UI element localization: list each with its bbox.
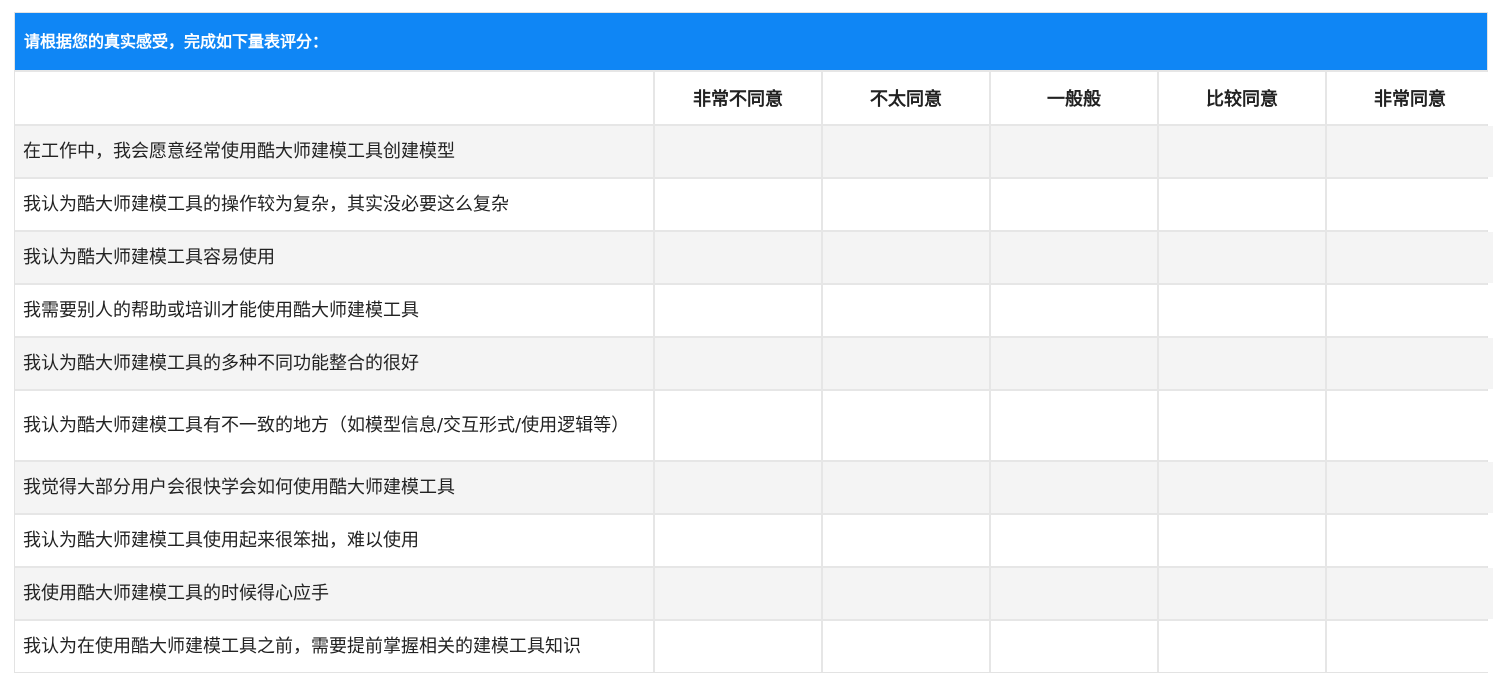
rating-option-cell[interactable] <box>1327 462 1493 513</box>
rating-scale-survey: 请根据您的真实感受，完成如下量表评分： 非常不同意 不太同意 一般般 比较同意 … <box>14 12 1493 673</box>
rating-option-cell[interactable] <box>1159 515 1325 566</box>
rating-option-cell[interactable] <box>991 232 1157 283</box>
rating-option-cell[interactable] <box>655 515 821 566</box>
rating-option-cell[interactable] <box>823 338 989 389</box>
rating-option-cell[interactable] <box>823 179 989 230</box>
rating-option-cell[interactable] <box>1327 568 1493 619</box>
question-text: 我认为酷大师建模工具的多种不同功能整合的很好 <box>15 338 653 389</box>
rating-option-cell[interactable] <box>1327 391 1493 460</box>
rating-option-cell[interactable] <box>1327 285 1493 336</box>
rating-option-cell[interactable] <box>823 391 989 460</box>
question-text: 我觉得大部分用户会很快学会如何使用酷大师建模工具 <box>15 462 653 513</box>
rating-option-cell[interactable] <box>1327 338 1493 389</box>
rating-option-cell[interactable] <box>991 285 1157 336</box>
rating-option-cell[interactable] <box>991 338 1157 389</box>
rating-option-cell[interactable] <box>991 621 1157 672</box>
question-text: 我认为酷大师建模工具有不一致的地方（如模型信息/交互形式/使用逻辑等） <box>15 391 653 460</box>
rating-option-cell[interactable] <box>823 232 989 283</box>
question-text: 我认为酷大师建模工具的操作较为复杂，其实没必要这么复杂 <box>15 179 653 230</box>
column-header: 非常同意 <box>1327 72 1493 124</box>
question-text: 我使用酷大师建模工具的时候得心应手 <box>15 568 653 619</box>
rating-option-cell[interactable] <box>823 462 989 513</box>
question-text: 我认为在使用酷大师建模工具之前，需要提前掌握相关的建模工具知识 <box>15 621 653 672</box>
rating-option-cell[interactable] <box>823 126 989 177</box>
rating-option-cell[interactable] <box>1159 285 1325 336</box>
rating-option-cell[interactable] <box>655 232 821 283</box>
rating-option-cell[interactable] <box>655 338 821 389</box>
column-header: 比较同意 <box>1159 72 1325 124</box>
rating-option-cell[interactable] <box>1327 179 1493 230</box>
rating-option-cell[interactable] <box>1159 568 1325 619</box>
header-corner <box>15 72 653 124</box>
rating-option-cell[interactable] <box>655 621 821 672</box>
question-text: 我认为酷大师建模工具使用起来很笨拙，难以使用 <box>15 515 653 566</box>
rating-option-cell[interactable] <box>991 462 1157 513</box>
rating-option-cell[interactable] <box>655 179 821 230</box>
rating-option-cell[interactable] <box>1327 621 1493 672</box>
rating-option-cell[interactable] <box>655 126 821 177</box>
rating-option-cell[interactable] <box>1159 391 1325 460</box>
rating-option-cell[interactable] <box>655 391 821 460</box>
column-header: 不太同意 <box>823 72 989 124</box>
rating-option-cell[interactable] <box>1327 126 1493 177</box>
rating-option-cell[interactable] <box>1159 621 1325 672</box>
rating-option-cell[interactable] <box>655 285 821 336</box>
rating-option-cell[interactable] <box>655 462 821 513</box>
rating-option-cell[interactable] <box>1159 179 1325 230</box>
rating-option-cell[interactable] <box>1159 126 1325 177</box>
rating-option-cell[interactable] <box>991 126 1157 177</box>
rating-option-cell[interactable] <box>1327 232 1493 283</box>
rating-option-cell[interactable] <box>823 515 989 566</box>
rating-option-cell[interactable] <box>823 621 989 672</box>
column-header: 非常不同意 <box>655 72 821 124</box>
rating-option-cell[interactable] <box>655 568 821 619</box>
rating-option-cell[interactable] <box>991 179 1157 230</box>
rating-option-cell[interactable] <box>991 568 1157 619</box>
rating-option-cell[interactable] <box>823 285 989 336</box>
question-text: 我需要别人的帮助或培训才能使用酷大师建模工具 <box>15 285 653 336</box>
rating-option-cell[interactable] <box>1159 232 1325 283</box>
rating-option-cell[interactable] <box>1327 515 1493 566</box>
column-header: 一般般 <box>991 72 1157 124</box>
question-text: 我认为酷大师建模工具容易使用 <box>15 232 653 283</box>
survey-instruction: 请根据您的真实感受，完成如下量表评分： <box>15 13 1487 70</box>
rating-option-cell[interactable] <box>991 391 1157 460</box>
question-text: 在工作中，我会愿意经常使用酷大师建模工具创建模型 <box>15 126 653 177</box>
rating-option-cell[interactable] <box>991 515 1157 566</box>
rating-option-cell[interactable] <box>1159 462 1325 513</box>
rating-matrix: 非常不同意 不太同意 一般般 比较同意 非常同意 在工作中，我会愿意经常使用酷大… <box>15 70 1493 672</box>
rating-option-cell[interactable] <box>823 568 989 619</box>
rating-option-cell[interactable] <box>1159 338 1325 389</box>
